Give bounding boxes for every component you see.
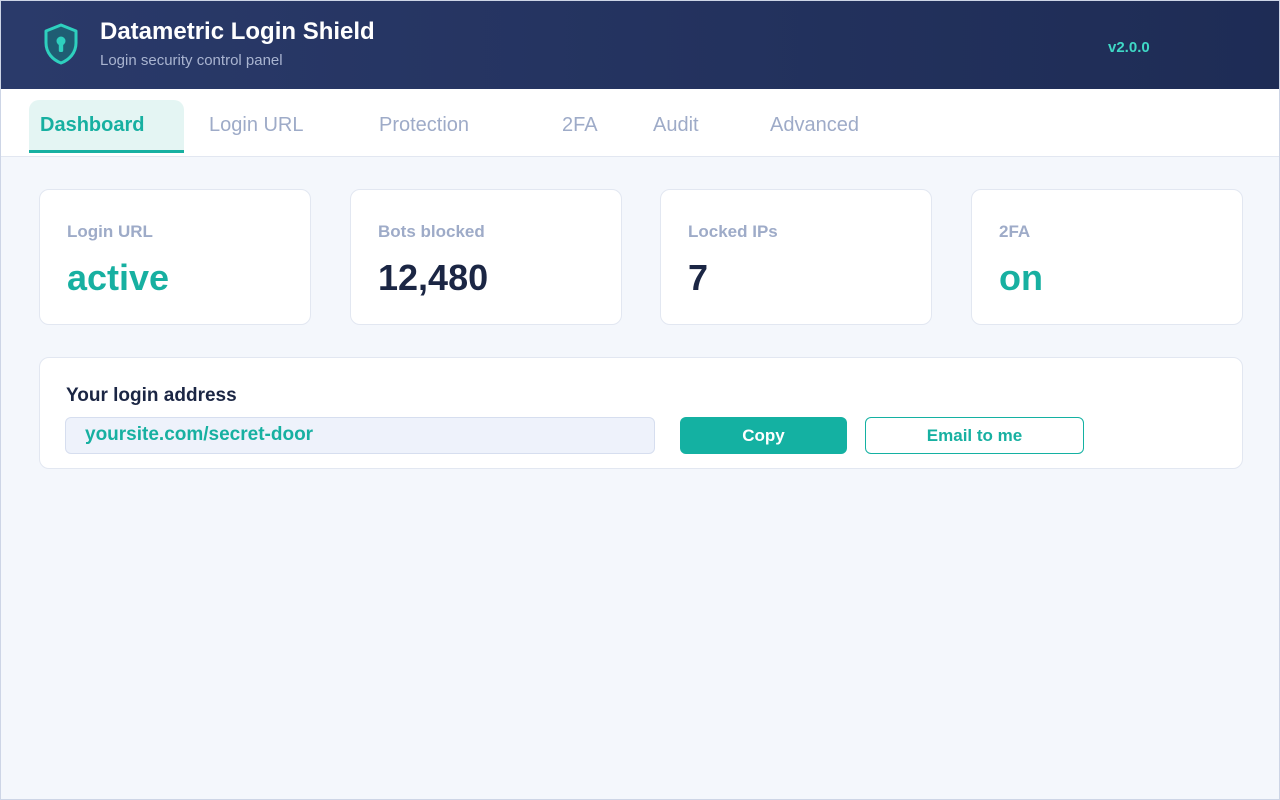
version-label: v2.0.0 [1108,39,1150,56]
stat-label: Locked IPs [688,222,778,241]
stat-value: 12,480 [378,257,489,298]
stat-label: Bots blocked [378,222,485,241]
stat-label: Login URL [67,222,153,241]
stat-label: 2FA [999,222,1031,241]
copy-button[interactable]: Copy [680,417,847,454]
stat-value: active [67,257,170,298]
stat-card-2fa: 2FA on [971,189,1243,325]
app-header: Datametric Login Shield Login security c… [1,1,1279,89]
tab-advanced[interactable]: Advanced [770,100,859,142]
app-window: Datametric Login Shield Login security c… [0,0,1280,800]
tab-dashboard[interactable]: Dashboard [29,100,184,153]
login-address-field[interactable]: yoursite.com/secret-door [65,417,655,454]
stat-card-login-url: Login URL active [39,189,311,325]
shield-keyhole-icon [43,22,79,66]
tab-login-url[interactable]: Login URL [209,100,304,142]
stat-card-locked-ips: Locked IPs 7 [660,189,932,325]
app-title: Datametric Login Shield [100,18,375,45]
stat-value: on [999,257,1043,298]
app-subtitle: Login security control panel [100,52,283,69]
login-address-title: Your login address [66,385,237,406]
stat-card-bots-blocked: Bots blocked 12,480 [350,189,622,325]
stat-value: 7 [688,257,709,298]
tab-audit[interactable]: Audit [653,100,699,142]
tab-protection[interactable]: Protection [379,100,469,142]
email-to-me-button[interactable]: Email to me [865,417,1084,454]
tab-bar: Dashboard Login URL Protection 2FA Audit… [1,89,1279,157]
login-address-panel: Your login address yoursite.com/secret-d… [39,357,1243,469]
tab-2fa[interactable]: 2FA [562,100,598,142]
